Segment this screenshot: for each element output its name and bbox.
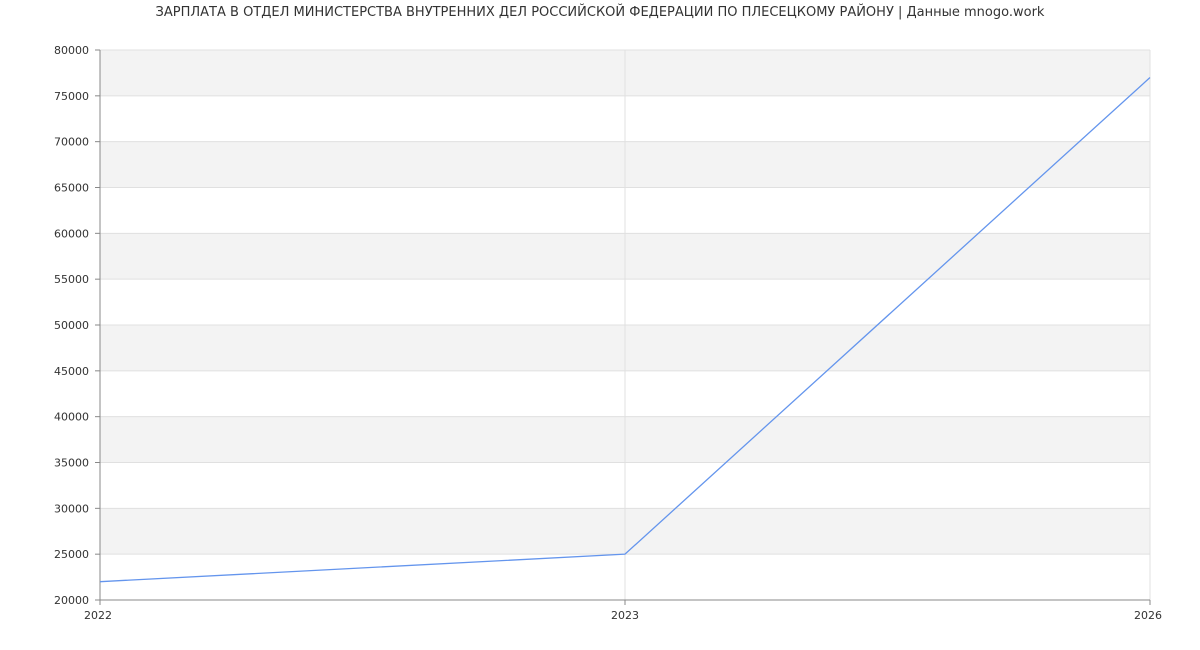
y-tick-label: 45000 [54,365,89,378]
y-tick-label: 50000 [54,319,89,332]
y-tick-label: 70000 [54,136,89,149]
y-tick-label: 20000 [54,594,89,607]
x-tick-label: 2026 [1134,609,1162,622]
y-tick-label: 40000 [54,411,89,424]
y-tick-label: 35000 [54,457,89,470]
y-tick-label: 25000 [54,548,89,561]
y-tick-label: 75000 [54,90,89,103]
y-tick-label: 30000 [54,502,89,515]
y-tick-label: 80000 [54,44,89,57]
line-chart: 20000 25000 30000 35000 40000 45000 50000 55000… [54,44,1162,622]
x-tick-label: 2022 [84,609,112,622]
x-tick-labels: 2022 2023 2026 [84,609,1162,622]
y-tick-labels: 20000 25000 30000 35000 40000 45000 50000 55000… [54,44,89,607]
y-tick-label: 55000 [54,273,89,286]
y-tick-label: 65000 [54,182,89,195]
x-tick-label: 2023 [611,609,639,622]
y-tick-label: 60000 [54,227,89,240]
